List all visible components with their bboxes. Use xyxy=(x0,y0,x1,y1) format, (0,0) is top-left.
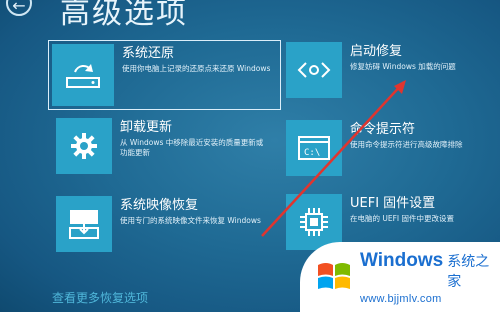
tile-title: 卸载更新 xyxy=(120,120,173,135)
tile-title: 系统还原 xyxy=(122,46,175,61)
tile-uninstall-updates[interactable]: 卸载更新 从 Windows 中移除最近安装的质量更新或功能更新 xyxy=(56,118,270,174)
tile-title: 启动修复 xyxy=(350,44,403,59)
svg-text:C:\: C:\ xyxy=(304,148,320,158)
tile-desc: 修复妨碍 Windows 加载的问题 xyxy=(350,62,456,71)
tile-title: 系统映像恢复 xyxy=(120,198,199,213)
tile-system-image-recovery[interactable]: 系统映像恢复 使用专门的系统映像文件来恢复 Windows xyxy=(56,196,270,252)
tile-desc: 在电脑的 UEFI 固件中更改设置 xyxy=(350,214,455,223)
tile-system-restore[interactable]: 系统还原 使用你电脑上记录的还原点来还原 Windows xyxy=(48,40,281,110)
gear-icon xyxy=(56,118,112,174)
system-restore-icon xyxy=(52,44,114,106)
back-arrow-icon: ← xyxy=(12,0,26,15)
more-recovery-options-link[interactable]: 查看更多恢复选项 xyxy=(52,289,148,306)
watermark-url: www.bjjmlv.com xyxy=(360,292,442,305)
windows-logo-icon xyxy=(318,263,350,289)
tile-desc: 从 Windows 中移除最近安装的质量更新或功能更新 xyxy=(120,138,264,157)
tile-desc: 使用专门的系统映像文件来恢复 Windows xyxy=(120,216,261,225)
tile-title: UEFI 固件设置 xyxy=(350,196,436,211)
command-prompt-icon: C:\ xyxy=(286,120,342,176)
back-button[interactable]: ← xyxy=(6,0,32,16)
startup-repair-icon xyxy=(286,42,342,98)
page-title: 高级选项 xyxy=(60,0,188,31)
watermark-brand: Windows xyxy=(360,249,444,271)
tile-desc: 使用你电脑上记录的还原点来还原 Windows xyxy=(122,64,271,73)
tile-startup-repair[interactable]: 启动修复 修复妨碍 Windows 加载的问题 xyxy=(286,42,500,98)
system-image-icon xyxy=(56,196,112,252)
tile-command-prompt[interactable]: C:\ 命令提示符 使用命令提示符进行高级故障排除 xyxy=(286,120,500,176)
watermark-brand-zh: 系统之家 xyxy=(447,253,490,290)
watermark: Windows 系统之家 www.bjjmlv.com xyxy=(300,242,500,312)
tile-title: 命令提示符 xyxy=(350,122,416,137)
tile-desc: 使用命令提示符进行高级故障排除 xyxy=(350,140,463,149)
